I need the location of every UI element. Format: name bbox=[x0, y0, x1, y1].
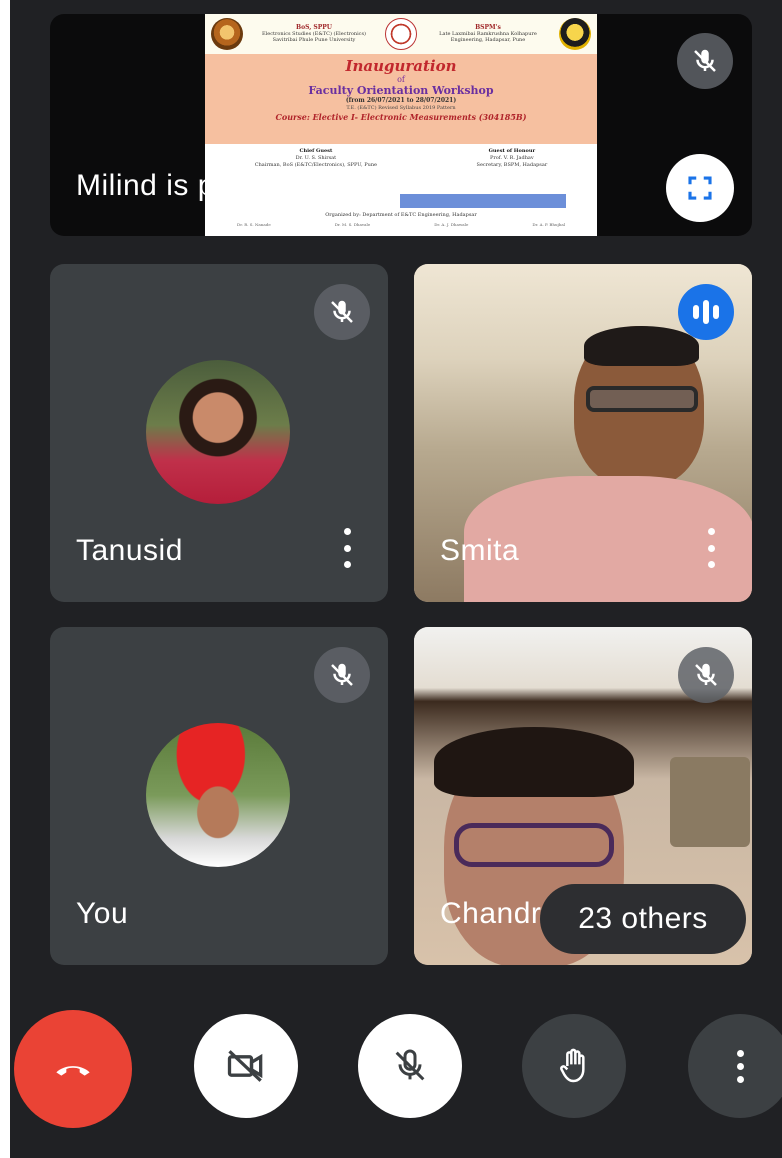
meeting-screen: BoS, SPPU Electronics Studies (E&TC) (El… bbox=[10, 0, 782, 1158]
more-vert-icon bbox=[736, 1049, 744, 1083]
chief-guest-role: Chief Guest bbox=[299, 148, 333, 154]
slide-footer: Organized by: Department of E&TC Enginee… bbox=[205, 210, 597, 236]
videocam-off-icon bbox=[227, 1050, 263, 1082]
slide-title: Inauguration bbox=[345, 57, 457, 75]
participant-tile[interactable]: You bbox=[50, 627, 388, 965]
end-call-button[interactable] bbox=[14, 1010, 132, 1128]
coordinator-3: Dr. A. J. Dhawale bbox=[434, 222, 469, 227]
participant-tile[interactable]: Smita bbox=[414, 264, 752, 602]
participant-name: Smita bbox=[440, 534, 520, 567]
guest-of-honour-name: Prof. V. R. Jadhav bbox=[490, 155, 534, 161]
guest-of-honour-role: Guest of Honour bbox=[488, 148, 536, 154]
avatar bbox=[146, 360, 290, 504]
slide-link-bar bbox=[400, 194, 566, 208]
avatar bbox=[146, 723, 290, 867]
mic-off-icon bbox=[314, 647, 370, 703]
coordinator-4: Dr. A. P. Bhujbal bbox=[532, 222, 565, 227]
more-vert-icon[interactable] bbox=[706, 528, 716, 568]
participant-name: Tanusid bbox=[76, 534, 183, 567]
slide-program: T.E. (E&TC) Revised Syllabus 2019 Patter… bbox=[346, 105, 456, 111]
call-controls bbox=[10, 1008, 782, 1138]
fullscreen-icon bbox=[688, 176, 712, 200]
slide-coordinators: Dr. R. S. Nanade Dr. M. S. Dhavale Dr. A… bbox=[205, 218, 597, 227]
presenting-label: Milind is presenting bbox=[76, 169, 343, 202]
coordinator-2: Dr. M. S. Dhavale bbox=[334, 222, 371, 227]
raise-hand-button[interactable] bbox=[522, 1014, 626, 1118]
microphone-toggle-button[interactable] bbox=[358, 1014, 462, 1118]
slide-workshop: Faculty Orientation Workshop bbox=[308, 84, 494, 97]
slide-header: BoS, SPPU Electronics Studies (E&TC) (El… bbox=[205, 14, 597, 54]
university-seal-icon bbox=[211, 18, 243, 50]
others-chip[interactable]: 23 others bbox=[540, 884, 746, 954]
slide-organizer: Organized by: Department of E&TC Enginee… bbox=[325, 212, 477, 218]
college-seal-icon bbox=[559, 18, 591, 50]
slide-course: Course: Elective I- Electronic Measureme… bbox=[275, 112, 527, 122]
chief-guest-title: Chairman, BoS (E&TC/Electronics), SPPU, … bbox=[254, 162, 377, 168]
guest-of-honour: Guest of Honour Prof. V. R. Jadhav Secre… bbox=[477, 148, 548, 184]
chief-guest-name: Dr. U. S. Shirsat bbox=[295, 155, 337, 161]
slide-of: of bbox=[397, 75, 405, 84]
participant-name: You bbox=[76, 897, 129, 930]
left-org-university: Savitribai Phule Pune University bbox=[272, 37, 356, 43]
coordinator-1: Dr. R. S. Nanade bbox=[237, 222, 271, 227]
slide-title-block: Inauguration of Faculty Orientation Work… bbox=[205, 54, 597, 144]
presentation-tile[interactable]: BoS, SPPU Electronics Studies (E&TC) (El… bbox=[50, 14, 752, 236]
slide-left-org: BoS, SPPU Electronics Studies (E&TC) (El… bbox=[255, 25, 373, 44]
guest-of-honour-title: Secretary, BSPM, Hadapsar bbox=[476, 162, 548, 168]
right-org-location: Engineering, Hadapsar, Pune bbox=[450, 37, 526, 43]
hand-icon bbox=[560, 1048, 585, 1083]
mic-off-icon bbox=[677, 33, 733, 89]
slide-right-org: BSPM's Late Laxmibai Ramkrushna Kolhapur… bbox=[429, 25, 547, 44]
workshop-logo-icon bbox=[385, 18, 417, 50]
mic-off-icon bbox=[395, 1049, 425, 1081]
fullscreen-button[interactable] bbox=[666, 154, 734, 222]
mic-off-icon bbox=[678, 647, 734, 703]
speaking-indicator-icon bbox=[678, 284, 734, 340]
more-vert-icon[interactable] bbox=[342, 528, 352, 568]
more-options-button[interactable] bbox=[688, 1014, 782, 1118]
end-call-icon bbox=[56, 1066, 90, 1076]
slide-dates: (from 26/07/2021 to 28/07/2021) bbox=[345, 97, 457, 104]
participant-tile[interactable]: Tanusid bbox=[50, 264, 388, 602]
mic-off-icon bbox=[314, 284, 370, 340]
camera-toggle-button[interactable] bbox=[194, 1014, 298, 1118]
